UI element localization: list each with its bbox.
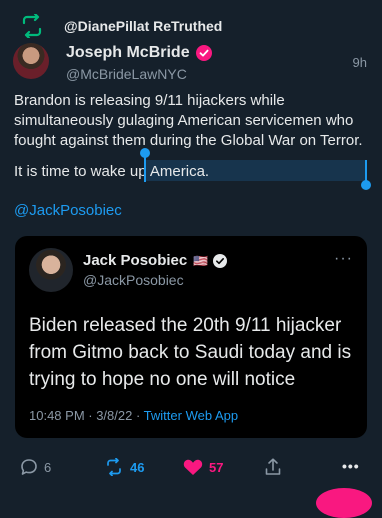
like-button[interactable]: 57 [183, 458, 223, 476]
verified-badge-icon [195, 45, 212, 61]
retruth-icon [18, 12, 46, 40]
quoted-timestamp: 10:48 PM · 3/8/22 · [29, 408, 144, 423]
quoted-post-meta: 10:48 PM · 3/8/22 · Twitter Web App [29, 408, 238, 423]
share-button[interactable] [265, 458, 281, 476]
author-name-row[interactable]: Joseph McBride [66, 44, 212, 62]
retruth-label[interactable]: @DianePillat ReTruthed [64, 18, 222, 34]
mention-link[interactable]: @JackPosobiec [14, 202, 122, 219]
verified-badge-icon [213, 253, 228, 268]
more-actions-button[interactable]: ••• [342, 458, 360, 474]
retruth-button[interactable]: 46 [104, 458, 144, 476]
selected-word[interactable]: America. [150, 163, 209, 180]
compose-button[interactable] [316, 488, 372, 518]
action-bar: 6 46 57 ••• [0, 458, 382, 482]
share-icon [265, 458, 281, 475]
retruth-header: @DianePillat ReTruthed [18, 12, 222, 40]
reply-button[interactable]: 6 [20, 458, 51, 476]
post-body-paragraph: Brandon is releasing 9/11 hijackers whil… [14, 92, 363, 149]
quoted-app-link[interactable]: Twitter Web App [144, 408, 238, 423]
quoted-author-name-row[interactable]: Jack Posobiec 🇺🇸 [83, 252, 228, 269]
retruth-action-icon [107, 458, 121, 476]
reply-icon [21, 459, 37, 475]
line-prefix: It is time to wake up [14, 163, 150, 180]
author-name[interactable]: Joseph McBride [66, 44, 190, 62]
selection-start-knob[interactable] [140, 148, 150, 158]
selection-end-knob[interactable] [361, 180, 371, 190]
more-options-icon[interactable]: ··· [334, 250, 353, 268]
reply-count: 6 [44, 459, 52, 475]
quoted-author-avatar[interactable] [29, 248, 73, 292]
quoted-author-name[interactable]: Jack Posobiec [83, 252, 187, 269]
quoted-author-handle[interactable]: @JackPosobiec [83, 272, 184, 288]
us-flag-icon: 🇺🇸 [193, 253, 209, 268]
post-body-line: It is time to wake up America. [14, 162, 209, 182]
retruth-count: 46 [130, 459, 145, 475]
quoted-post-text: Biden released the 20th 9/11 hijacker fr… [29, 315, 352, 390]
author-avatar[interactable] [13, 43, 49, 79]
heart-icon [183, 459, 203, 475]
quoted-post-card[interactable]: Jack Posobiec 🇺🇸 @JackPosobiec ··· Biden… [15, 236, 367, 438]
like-count: 57 [209, 459, 224, 475]
author-handle[interactable]: @McBrideLawNYC [66, 66, 187, 82]
post-time: 9h [352, 55, 367, 70]
